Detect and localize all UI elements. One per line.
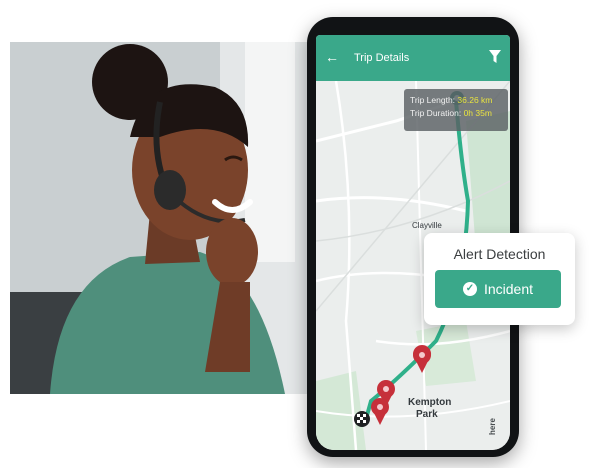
check-circle-icon: ✓ <box>462 282 477 296</box>
trip-length-label: Trip Length: <box>410 95 456 105</box>
trip-length-value: 36.26 km <box>457 95 493 105</box>
trip-duration-value: 0h 35m <box>463 108 492 118</box>
map-place-park: Park <box>416 409 438 420</box>
app-bar: ← Trip Details <box>316 35 510 81</box>
incident-button[interactable]: ✓ Incident <box>435 270 561 308</box>
map-place-clayville: Clayville <box>412 221 442 230</box>
filter-icon[interactable] <box>489 50 501 64</box>
agent-photo <box>10 42 310 394</box>
trip-duration-label: Trip Duration: <box>410 108 462 118</box>
map-place-kempton: Kempton <box>408 397 452 408</box>
page-title: Trip Details <box>354 52 410 64</box>
agent-illustration <box>10 42 310 394</box>
alert-detection-card: Alert Detection ✓ Incident <box>424 233 575 325</box>
incident-button-label: Incident <box>483 281 534 297</box>
trip-duration-row: Trip Duration: 0h 35m <box>410 107 502 120</box>
trip-length-row: Trip Length: 36.26 km <box>410 94 502 107</box>
map-provider-logo: here <box>488 418 497 435</box>
trip-summary: Trip Length: 36.26 km Trip Duration: 0h … <box>404 89 508 131</box>
alert-heading: Alert Detection <box>453 246 546 262</box>
back-arrow-icon[interactable]: ← <box>325 49 339 65</box>
finish-flag-icon <box>354 411 370 427</box>
stage: ← Trip Details Clayville Kempton Park Tr… <box>0 0 600 468</box>
